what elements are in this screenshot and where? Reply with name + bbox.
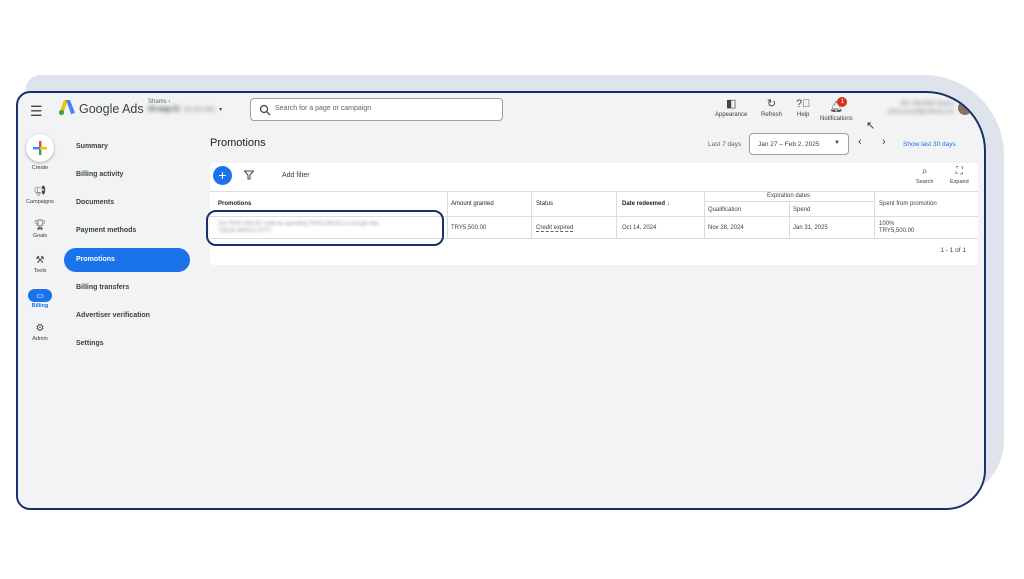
- header-spent-from-promotion[interactable]: Spent from promotion: [879, 201, 937, 207]
- tools-icon: ⚒: [35, 255, 45, 266]
- status-badge[interactable]: Credit expired: [536, 225, 574, 232]
- table-divider: [447, 191, 448, 238]
- expand-button[interactable]: ⛶ Expand: [950, 166, 969, 185]
- nav-item-settings[interactable]: Settings: [64, 332, 190, 356]
- trophy-icon: 🏆︎: [33, 220, 47, 231]
- search-icon: [259, 104, 271, 116]
- chevron-down-icon: ▾: [219, 107, 223, 113]
- nav-item-documents[interactable]: Documents: [64, 191, 190, 215]
- search-placeholder: Search for a page or campaign: [275, 105, 372, 112]
- search-input[interactable]: Search for a page or campaign: [250, 98, 503, 121]
- header-status[interactable]: Status: [536, 201, 553, 207]
- header-promotions[interactable]: Promotions: [218, 201, 251, 207]
- google-ads-logo-icon: [58, 100, 75, 116]
- header-amount-granted[interactable]: Amount granted: [451, 201, 494, 207]
- account-id: 401-401-4401: [183, 106, 216, 113]
- pagination-label: 1 - 1 of 1: [940, 247, 966, 254]
- table-divider: [616, 191, 617, 238]
- show-last-30-days-link[interactable]: Show last 30 days: [903, 141, 956, 148]
- date-range-picker[interactable]: Jan 27 – Feb 2, 2025 ▼: [749, 133, 849, 155]
- nav-item-advertiser-verification[interactable]: Advertiser verification: [64, 304, 190, 328]
- rail-item-goals[interactable]: 🏆︎ Goals: [18, 220, 62, 239]
- refresh-icon: ↻: [766, 98, 777, 110]
- table-divider: [874, 191, 875, 238]
- refresh-button[interactable]: ↻ Refresh: [761, 97, 782, 118]
- app-window: ☰ Google Ads Shams › 24 aug 21 401-401-4…: [16, 91, 986, 510]
- table-divider: [789, 201, 790, 238]
- notification-badge: 1: [837, 97, 848, 107]
- menu-icon[interactable]: ☰: [30, 103, 43, 120]
- date-redeemed-value: Oct 14, 2024: [622, 225, 657, 231]
- chevron-left-icon[interactable]: ‹: [858, 136, 862, 148]
- rail-create-label: Create: [31, 165, 49, 171]
- qualification-value: Nov 28, 2024: [708, 225, 744, 231]
- brand-name: Google Ads: [79, 102, 144, 116]
- spent-from-promotion-value: 100% TRY5,500.00: [879, 221, 915, 234]
- rail-item-tools[interactable]: ⚒ Tools: [18, 255, 62, 274]
- nav-item-payment-methods[interactable]: Payment methods: [64, 219, 190, 243]
- table-divider: [531, 191, 532, 238]
- rail-item-campaigns[interactable]: 📢︎ Campaigns: [18, 186, 62, 205]
- filter-icon[interactable]: [244, 170, 254, 180]
- screenshot-stage: ☰ Google Ads Shams › 24 aug 21 401-401-4…: [0, 0, 1024, 579]
- table-divider: [210, 191, 978, 192]
- help-icon: ?⃝: [796, 98, 811, 110]
- notifications-button[interactable]: 🔔︎ 1 Notifications: [820, 97, 853, 122]
- help-button[interactable]: ?⃝ Help: [796, 97, 810, 118]
- user-info[interactable]: 851-798-6840 Shams shms.yousef@outlook.c…: [876, 100, 954, 116]
- gear-icon: ⚙: [35, 323, 45, 334]
- header-date-redeemed[interactable]: Date redeemed ↓: [622, 201, 670, 207]
- header-qualification[interactable]: Qualification: [708, 207, 741, 213]
- amount-granted-value: TRY5,500.00: [451, 225, 487, 231]
- page-title: Promotions: [210, 137, 266, 149]
- rail-item-admin[interactable]: ⚙ Admin: [18, 323, 62, 342]
- nav-item-billing-activity[interactable]: Billing activity: [64, 163, 190, 187]
- megaphone-icon: 📢︎: [33, 186, 47, 197]
- date-range-label: Last 7 days: [708, 141, 742, 148]
- mouse-cursor-icon: ↖: [866, 120, 876, 132]
- caret-down-icon: ▼: [834, 140, 840, 146]
- bell-icon: 🔔︎ 1: [829, 97, 848, 114]
- expand-icon: ⛶: [955, 166, 963, 177]
- nav-item-promotions[interactable]: Promotions: [64, 248, 190, 272]
- appearance-button[interactable]: ◧ Appearance: [715, 97, 747, 118]
- account-switcher[interactable]: Shams › 24 aug 21 401-401-4401 ▾: [148, 99, 222, 113]
- top-bar: ☰ Google Ads Shams › 24 aug 21 401-401-4…: [18, 93, 984, 127]
- create-button[interactable]: [26, 134, 54, 162]
- account-parent: Shams ›: [148, 99, 171, 105]
- chevron-right-icon[interactable]: ›: [882, 136, 886, 148]
- rail-item-billing[interactable]: ▭ Billing: [18, 289, 62, 309]
- header-spend[interactable]: Spend: [793, 207, 810, 213]
- header-expiration-dates: Expiration dates: [767, 193, 811, 199]
- account-name: 24 aug 21: [148, 106, 180, 113]
- credit-card-icon: ▭: [28, 289, 52, 302]
- appearance-icon: ◧: [725, 98, 737, 110]
- table-search-button[interactable]: ⌕ Search: [916, 166, 933, 185]
- avatar[interactable]: [958, 101, 972, 115]
- highlight-annotation: [206, 210, 444, 246]
- add-filter-button[interactable]: Add filter: [282, 172, 310, 179]
- nav-item-billing-transfers[interactable]: Billing transfers: [64, 276, 190, 300]
- arrow-down-icon: ↓: [666, 201, 670, 207]
- search-icon: ⌕: [921, 166, 928, 177]
- table-divider: [704, 191, 705, 238]
- add-button[interactable]: +: [213, 166, 232, 185]
- spend-value: Jan 31, 2025: [793, 225, 828, 231]
- plus-icon: [33, 141, 47, 155]
- nav-item-summary[interactable]: Summary: [64, 135, 190, 159]
